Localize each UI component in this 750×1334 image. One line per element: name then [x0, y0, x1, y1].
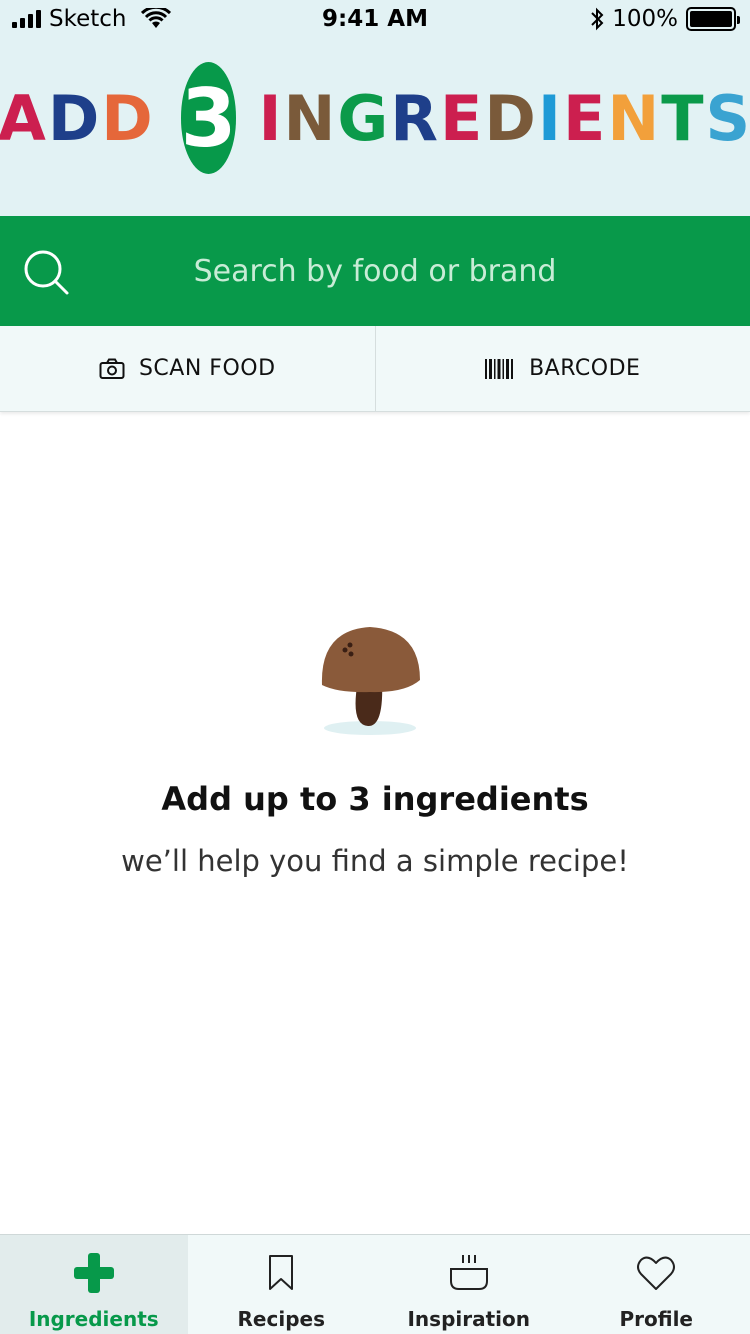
tab-recipes[interactable]: Recipes [188, 1235, 376, 1334]
mushroom-icon [321, 627, 420, 735]
status-bar: Sketch 9:41 AM 100% [0, 0, 750, 40]
tab-label: Ingredients [28, 1307, 159, 1331]
barcode-icon [485, 358, 514, 379]
empty-subtitle: we’ll help you find a simple recipe! [121, 844, 629, 878]
empty-title: Add up to 3 ingredients [161, 780, 589, 818]
tab-inspiration[interactable]: Inspiration [375, 1235, 563, 1334]
plus-icon [73, 1253, 114, 1293]
search-input[interactable] [100, 246, 650, 296]
tab-bar: Ingredients Recipes Inspiration Profile [0, 1234, 750, 1334]
tab-label: Recipes [237, 1307, 325, 1331]
battery-icon [686, 7, 740, 31]
status-right: 100% [590, 6, 740, 32]
title-suffix: INGREDIENTS [258, 81, 750, 155]
tab-label: Inspiration [407, 1307, 530, 1331]
search-icon[interactable] [22, 248, 70, 296]
app-header: Sketch 9:41 AM 100% ADD 3 INGREDIENTS [0, 0, 750, 216]
scan-food-label: SCAN FOOD [138, 356, 276, 381]
barcode-button[interactable]: BARCODE [374, 326, 750, 411]
barcode-label: BARCODE [529, 356, 641, 381]
battery-percent: 100% [612, 6, 678, 32]
bookmark-icon [269, 1255, 294, 1290]
heart-icon [637, 1256, 676, 1290]
bluetooth-icon [591, 7, 604, 31]
search-bar [0, 216, 750, 326]
title-prefix: ADD [0, 81, 155, 155]
tab-profile[interactable]: Profile [563, 1235, 750, 1334]
camera-icon [99, 358, 125, 379]
tab-label: Profile [619, 1307, 693, 1331]
pot-icon [449, 1255, 488, 1290]
empty-state: Add up to 3 ingredients we’ll help you f… [0, 600, 750, 878]
title-number-badge: 3 [180, 62, 237, 174]
scan-food-button[interactable]: SCAN FOOD [0, 326, 375, 411]
scan-actions: SCAN FOOD BARCODE [0, 326, 750, 412]
tab-ingredients[interactable]: Ingredients [0, 1235, 188, 1334]
page-title: ADD 3 INGREDIENTS [0, 62, 750, 174]
